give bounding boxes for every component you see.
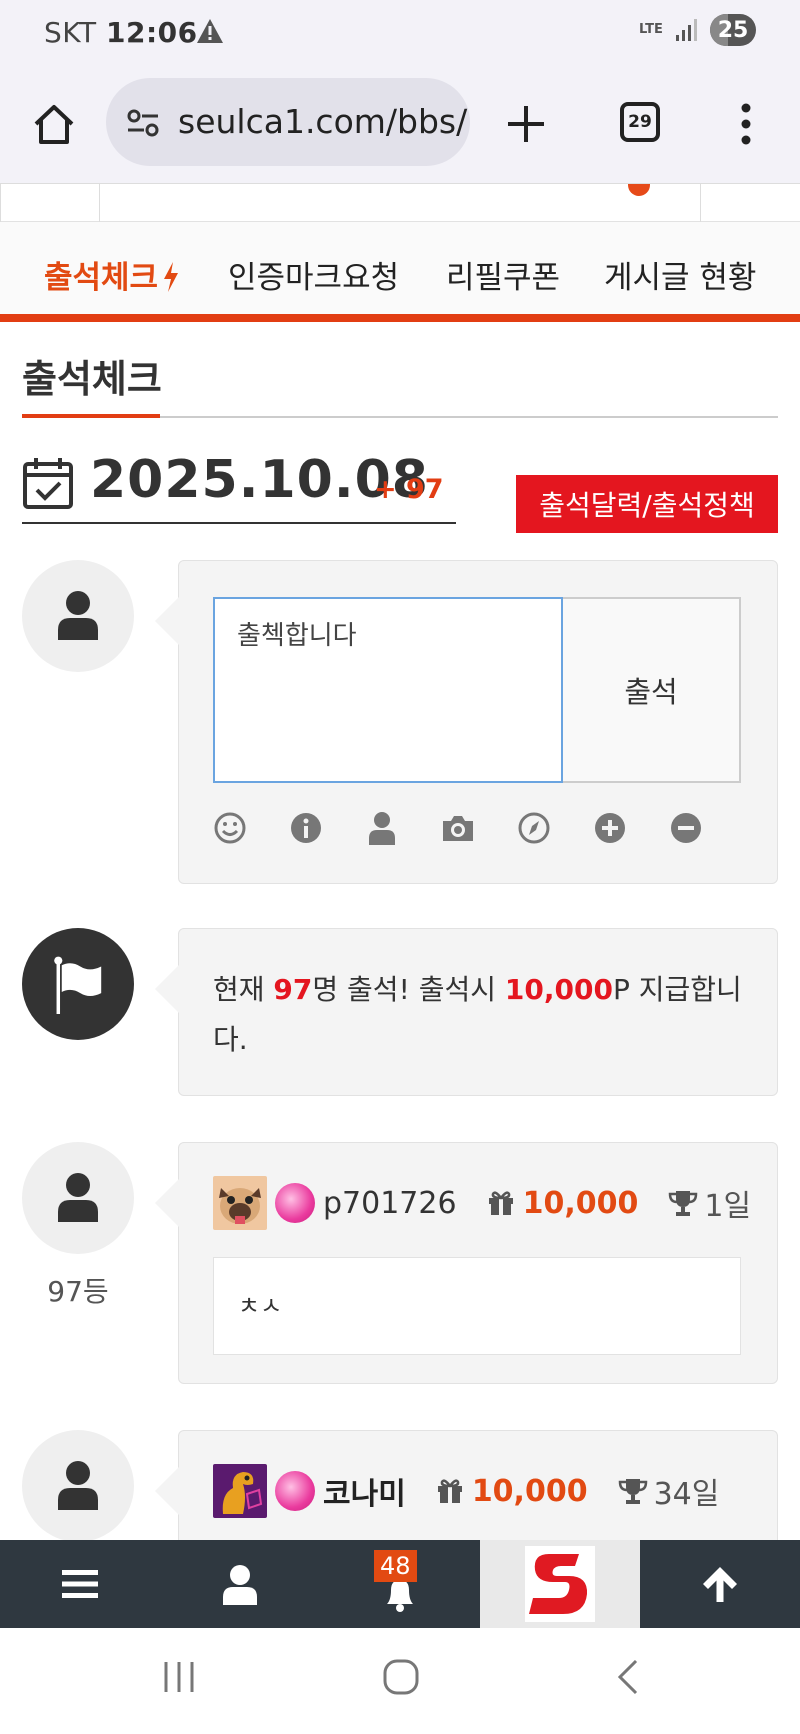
carrier-label: SKT — [44, 16, 97, 49]
comment-textarea[interactable]: 출첵합니다 — [213, 597, 563, 783]
calendar-check-icon — [23, 458, 73, 509]
back-icon[interactable] — [610, 1658, 648, 1696]
sub-nav: 출석체크 인증마크요청 리필쿠폰 게시글 현황 — [0, 222, 800, 322]
bolt-icon — [164, 262, 179, 292]
trophy-icon — [618, 1479, 647, 1504]
home-icon[interactable] — [30, 100, 78, 148]
nickname[interactable]: p701726 — [323, 1186, 457, 1221]
bottom-toolbar: 48 — [0, 1540, 800, 1628]
notice-count: 97 — [273, 973, 313, 1006]
nickname[interactable]: 코나미 — [323, 1469, 406, 1513]
user-icon — [58, 1461, 98, 1510]
flag-icon — [54, 956, 102, 1014]
date-header: 2025.10.08 + 97 — [22, 450, 456, 524]
attendance-days: 34일 — [653, 1477, 720, 1512]
profile-image[interactable] — [213, 1176, 267, 1230]
site-logo-icon — [525, 1546, 595, 1622]
minus-circle-icon[interactable] — [669, 811, 703, 845]
trophy-icon — [669, 1191, 698, 1216]
tab-switcher-button[interactable]: 29 — [620, 102, 660, 142]
avatar — [22, 560, 134, 672]
user-icon — [58, 1173, 98, 1222]
site-logo-button[interactable] — [480, 1540, 640, 1628]
page-title: 출석체크 — [22, 357, 162, 401]
signal-icon — [676, 19, 697, 41]
nav-item-refill-coupon[interactable]: 리필쿠폰 — [446, 252, 560, 297]
camera-icon[interactable] — [441, 811, 475, 845]
info-icon[interactable] — [289, 811, 323, 845]
attendance-rank: 97등 — [47, 1275, 109, 1308]
notice-points: 10,000 — [504, 973, 613, 1006]
battery-level: 25 — [717, 17, 749, 43]
system-nav-bar — [0, 1628, 800, 1734]
user-icon[interactable] — [365, 811, 399, 845]
notice-text: 현재 97명 출석! 출석시 10,000P 지급합니다. — [213, 973, 742, 1056]
notification-count-badge: 48 — [374, 1550, 417, 1582]
title-underline — [22, 414, 778, 418]
attendance-days: 1일 — [704, 1189, 752, 1224]
attendance-compose-box: 출첵합니다 출석 — [155, 560, 778, 884]
attendance-entry: 코나미 10,000 34일 — [155, 1430, 778, 1540]
site-settings-icon[interactable] — [126, 108, 160, 138]
compass-icon[interactable] — [517, 811, 551, 845]
home-icon[interactable] — [382, 1658, 420, 1696]
address-bar[interactable]: seulca1.com/bbs/ — [106, 78, 470, 166]
header-remnant — [0, 184, 800, 222]
attendance-count-delta: + 97 — [374, 474, 444, 505]
attendance-message: ㅊㅅ — [213, 1257, 741, 1355]
more-menu-icon[interactable] — [738, 102, 754, 146]
status-bar: SKT 12:06 LTE 25 — [0, 0, 800, 66]
profile-button[interactable] — [160, 1540, 320, 1628]
url-text: seulca1.com/bbs/ — [178, 102, 468, 141]
avatar — [22, 1430, 134, 1542]
hamburger-icon — [62, 1570, 98, 1598]
profile-image[interactable] — [213, 1464, 267, 1518]
menu-button[interactable] — [0, 1540, 160, 1628]
attend-submit-button[interactable]: 출석 — [563, 597, 741, 783]
nav-item-cert-request[interactable]: 인증마크요청 — [228, 252, 399, 297]
user-icon — [58, 591, 98, 640]
compose-toolbar — [213, 811, 703, 845]
notice-avatar — [22, 928, 134, 1040]
arrow-up-icon — [703, 1567, 737, 1602]
lte-indicator: LTE — [639, 22, 663, 37]
status-carrier-time: SKT 12:06 — [44, 16, 198, 49]
nav-item-attendance[interactable]: 출석체크 — [44, 252, 180, 297]
points: 10,000 — [471, 1473, 588, 1509]
gift-icon — [488, 1191, 513, 1215]
browser-toolbar: seulca1.com/bbs/ 29 — [0, 66, 800, 184]
clock: 12:06 — [105, 16, 198, 49]
battery-icon: 25 — [710, 14, 756, 46]
avatar — [22, 1142, 134, 1254]
recent-apps-icon[interactable] — [160, 1658, 198, 1696]
level-badge-icon — [275, 1183, 315, 1223]
level-badge-icon — [275, 1471, 315, 1511]
smile-icon[interactable] — [213, 811, 247, 845]
warning-icon — [197, 19, 223, 43]
attendance-entry: p701726 10,000 1일 ㅊㅅ — [155, 1142, 778, 1384]
attendance-notice: 현재 97명 출석! 출석시 10,000P 지급합니다. — [155, 928, 778, 1096]
points: 10,000 — [522, 1185, 639, 1221]
gift-icon — [437, 1479, 462, 1503]
user-icon — [223, 1565, 257, 1605]
attendance-policy-button[interactable]: 출석달력/출석정책 — [516, 475, 778, 533]
scroll-top-button[interactable] — [640, 1540, 800, 1628]
plus-circle-icon[interactable] — [593, 811, 627, 845]
nav-item-post-status[interactable]: 게시글 현황 — [604, 252, 756, 297]
new-tab-icon[interactable] — [504, 102, 548, 146]
